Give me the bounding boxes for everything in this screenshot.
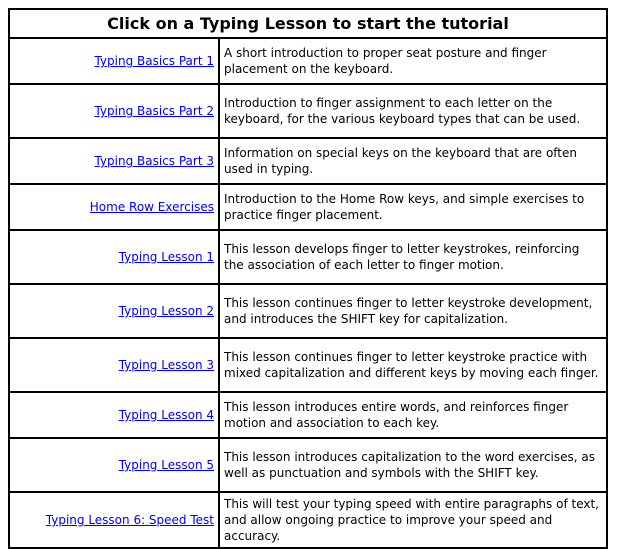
lesson-link-typing-basics-3[interactable]: Typing Basics Part 3	[94, 154, 214, 168]
link-cell: Typing Lesson 1	[8, 229, 220, 285]
lesson-description: Introduction to finger assignment to eac…	[218, 83, 608, 139]
page-title: Click on a Typing Lesson to start the tu…	[8, 8, 608, 39]
lesson-link-lesson-1[interactable]: Typing Lesson 1	[119, 250, 214, 264]
title-row: Click on a Typing Lesson to start the tu…	[8, 8, 608, 39]
lesson-link-home-row[interactable]: Home Row Exercises	[90, 200, 214, 214]
lesson-link-lesson-5[interactable]: Typing Lesson 5	[119, 458, 214, 472]
lesson-description: This lesson introduces capitalization to…	[218, 437, 608, 493]
lesson-description: Information on special keys on the keybo…	[218, 137, 608, 185]
link-cell: Typing Lesson 2	[8, 283, 220, 339]
lessons-table: Click on a Typing Lesson to start the tu…	[8, 8, 608, 549]
link-cell: Typing Lesson 5	[8, 437, 220, 493]
link-cell: Typing Lesson 3	[8, 337, 220, 393]
table-row: Typing Lesson 3 This lesson continues fi…	[8, 337, 608, 393]
table-row: Typing Lesson 6: Speed Test This will te…	[8, 491, 608, 549]
link-cell: Typing Basics Part 1	[8, 37, 220, 85]
lesson-link-lesson-3[interactable]: Typing Lesson 3	[119, 358, 214, 372]
table-row: Typing Lesson 1 This lesson develops fin…	[8, 229, 608, 285]
table-row: Typing Basics Part 2 Introduction to fin…	[8, 83, 608, 139]
lesson-description: This lesson continues finger to letter k…	[218, 283, 608, 339]
lesson-description: Introduction to the Home Row keys, and s…	[218, 183, 608, 231]
table-row: Typing Lesson 5 This lesson introduces c…	[8, 437, 608, 493]
lesson-link-typing-basics-1[interactable]: Typing Basics Part 1	[94, 54, 214, 68]
lesson-description: This lesson develops finger to letter ke…	[218, 229, 608, 285]
table-row: Home Row Exercises Introduction to the H…	[8, 183, 608, 231]
link-cell: Typing Lesson 6: Speed Test	[8, 491, 220, 549]
lesson-link-lesson-4[interactable]: Typing Lesson 4	[119, 408, 214, 422]
table-row: Typing Lesson 2 This lesson continues fi…	[8, 283, 608, 339]
lesson-description: This will test your typing speed with en…	[218, 491, 608, 549]
link-cell: Typing Basics Part 3	[8, 137, 220, 185]
table-row: Typing Lesson 4 This lesson introduces e…	[8, 391, 608, 439]
lesson-link-typing-basics-2[interactable]: Typing Basics Part 2	[94, 104, 214, 118]
lesson-link-lesson-2[interactable]: Typing Lesson 2	[119, 304, 214, 318]
lesson-description: This lesson continues finger to letter k…	[218, 337, 608, 393]
link-cell: Typing Lesson 4	[8, 391, 220, 439]
table-row: Typing Basics Part 3 Information on spec…	[8, 137, 608, 185]
lesson-description: A short introduction to proper seat post…	[218, 37, 608, 85]
link-cell: Typing Basics Part 2	[8, 83, 220, 139]
link-cell: Home Row Exercises	[8, 183, 220, 231]
lesson-description: This lesson introduces entire words, and…	[218, 391, 608, 439]
lesson-link-speed-test[interactable]: Typing Lesson 6: Speed Test	[46, 513, 214, 527]
table-row: Typing Basics Part 1 A short introductio…	[8, 37, 608, 85]
